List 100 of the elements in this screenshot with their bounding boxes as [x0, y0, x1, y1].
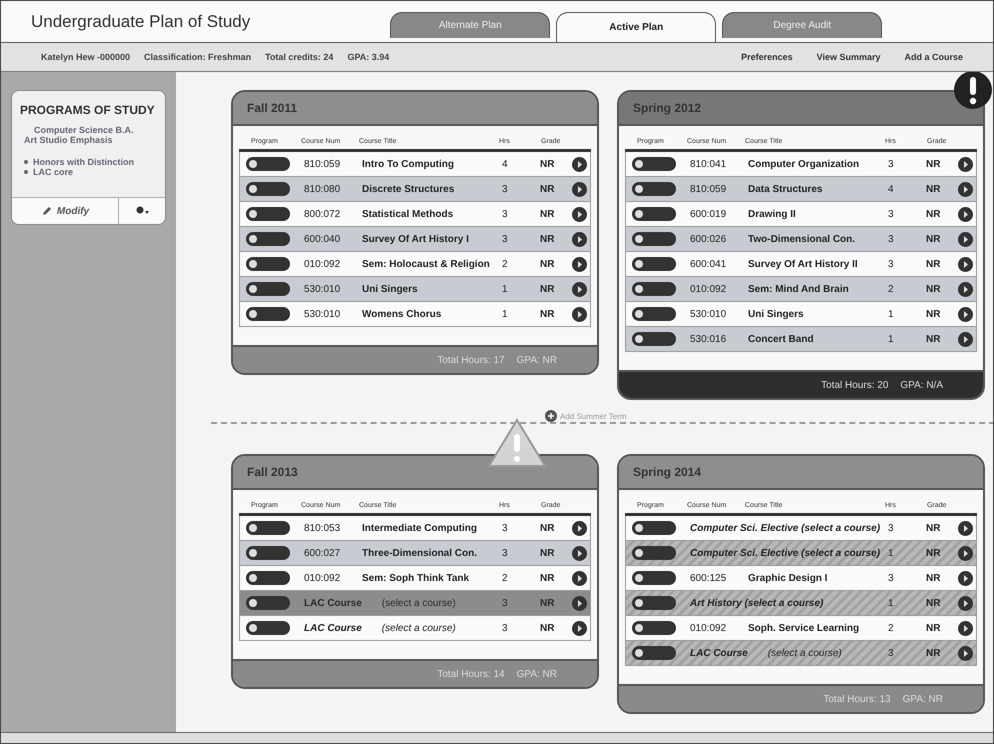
grade-cell-text: NR [926, 622, 942, 634]
course-row[interactable]: 600:125 Graphic Design I 3 NR [625, 566, 977, 591]
arrow-button-icon[interactable] [958, 156, 973, 172]
arrow-button-icon[interactable] [958, 182, 973, 196]
course-number: 530:016 [690, 334, 728, 344]
course-title: Sem: Holocaust & Religion [362, 258, 491, 270]
course-title: Computer Organization [748, 158, 860, 170]
course-number: 530:010 [304, 308, 342, 320]
course-row[interactable]: 530:016 Concert Band 1 NR [625, 327, 977, 352]
arrow-button-icon[interactable] [958, 546, 973, 560]
arrow-button-icon[interactable] [958, 520, 973, 536]
bullet-icon [24, 170, 28, 174]
arrow-button-icon[interactable] [572, 282, 587, 296]
course-row[interactable]: 810:059 Intro To Computing 4 NR [239, 152, 591, 177]
grade-cell-text: NR [540, 572, 556, 584]
course-row[interactable]: LAC Course (select a course) 3 NR [239, 616, 591, 641]
arrow-button-icon[interactable] [958, 646, 973, 660]
course-row[interactable]: 810:080 Discrete Structures 3 NR [239, 177, 591, 202]
arrow-button-icon[interactable] [958, 232, 973, 246]
course-title: Sem: Mind And Brain [748, 284, 850, 294]
course-row[interactable]: LAC Course (select a course) 3 NR [625, 641, 977, 666]
course-row[interactable]: 010:092 Sem: Soph Think Tank 2 NR [239, 566, 591, 591]
header-link[interactable]: Preferences [741, 52, 793, 62]
arrow-button-icon[interactable] [958, 596, 973, 610]
course-title: Womens Chorus [362, 308, 442, 320]
program-pill-icon [632, 596, 676, 610]
program-pill-icon [632, 646, 676, 660]
course-note: (select a course) [382, 598, 456, 608]
emphasis: Art Studio Emphasis [23, 135, 114, 145]
course-title: Intro To Computing [362, 158, 456, 170]
course-title: Graphic Design I [748, 572, 828, 584]
settings-button[interactable] [119, 198, 165, 224]
arrow-button-icon[interactable] [572, 546, 587, 560]
course-title: Statistical Methods [362, 208, 454, 220]
arrow-button-icon[interactable] [572, 570, 587, 586]
arrow-button-icon[interactable] [958, 620, 973, 636]
arrow-button-icon[interactable] [572, 256, 587, 272]
course-row[interactable]: LAC Course (select a course) 3 NR [239, 591, 591, 616]
course-row[interactable]: 810:053 Intermediate Computing 3 NR [239, 516, 591, 541]
course-number: 530:010 [304, 284, 342, 294]
course-title: Intermediate Computing [362, 522, 478, 534]
arrow-button-icon[interactable] [958, 332, 973, 346]
course-row[interactable]: Computer Sci. Elective (select a course) 1 NR [625, 541, 977, 566]
arrow-button-icon[interactable] [958, 256, 973, 272]
course-row[interactable]: 600:026 Two-Dimensional Con. 3 NR [625, 227, 977, 252]
arrow-button-icon[interactable] [572, 156, 587, 172]
arrow-button-icon[interactable] [572, 596, 587, 610]
settings-icon [134, 204, 150, 216]
arrow-button-icon[interactable] [958, 282, 973, 296]
program-pill-icon [246, 621, 290, 635]
header-link[interactable]: Add a Course [904, 52, 963, 62]
arrow-button-icon[interactable] [572, 232, 587, 246]
course-row[interactable]: 530:010 Uni Singers 1 NR [625, 302, 977, 327]
grade-cell-text: NR [926, 598, 942, 608]
course-row[interactable]: 810:041 Computer Organization 3 NR [625, 152, 977, 177]
course-row[interactable]: 010:092 Sem: Mind And Brain 2 NR [625, 277, 977, 302]
program-pill-icon [632, 157, 676, 171]
course-row[interactable]: 010:092 Sem: Holocaust & Religion 2 NR [239, 252, 591, 277]
hours-cell-text: 3 [888, 208, 895, 220]
bullet-icon [24, 160, 28, 164]
course-row[interactable]: 600:041 Survey Of Art History II 3 NR [625, 252, 977, 277]
course-row[interactable]: 600:040 Survey Of Art History I 3 NR [239, 227, 591, 252]
course-row[interactable]: 800:072 Statistical Methods 3 NR [239, 202, 591, 227]
program-pill-icon [246, 596, 290, 610]
program-pill-icon [246, 282, 290, 296]
course-title: Three-Dimensional Con. [362, 548, 478, 558]
tab[interactable]: Active Plan [556, 12, 716, 42]
course-number: 600:019 [690, 208, 728, 220]
hours-cell-text: 3 [502, 522, 509, 534]
course-title: Uni Singers [362, 284, 419, 294]
course-row[interactable]: 530:010 Uni Singers 1 NR [239, 277, 591, 302]
program-pill-icon [632, 546, 676, 560]
hours-cell-text: 2 [502, 258, 509, 270]
course-row[interactable]: 600:019 Drawing II 3 NR [625, 202, 977, 227]
course-row[interactable]: 810:059 Data Structures 4 NR [625, 177, 977, 202]
grade-cell-text: NR [540, 522, 556, 534]
arrow-button-icon[interactable] [572, 620, 587, 636]
course-row[interactable]: Computer Sci. Elective (select a course) 3 NR [625, 516, 977, 541]
arrow-button-icon[interactable] [572, 520, 587, 536]
program-pill-icon [632, 182, 676, 196]
arrow-button-icon[interactable] [958, 306, 973, 322]
arrow-button-icon[interactable] [572, 206, 587, 222]
course-row[interactable]: 600:027 Three-Dimensional Con. 3 NR [239, 541, 591, 566]
modify-button[interactable]: Modify [12, 198, 119, 224]
course-row[interactable]: 530:010 Womens Chorus 1 NR [239, 302, 591, 327]
course-row[interactable]: 010:092 Soph. Service Learning 2 NR [625, 616, 977, 641]
arrow-button-icon[interactable] [572, 182, 587, 196]
programs-title: PROGRAMS OF STUDY [19, 102, 156, 119]
hours-cell-text: 3 [888, 158, 895, 170]
arrow-button-icon[interactable] [958, 570, 973, 586]
major: Computer Science B.A. [33, 125, 135, 135]
program-pill-icon [246, 571, 290, 585]
header-link[interactable]: View Summary [816, 52, 880, 62]
arrow-button-icon[interactable] [572, 306, 587, 322]
course-number: 600:026 [690, 234, 728, 244]
total-hours: Total Hours: 14 [437, 668, 505, 680]
arrow-button-icon[interactable] [958, 206, 973, 222]
grade-cell-text: NR [540, 234, 556, 244]
program-pill-icon [246, 207, 290, 221]
course-row[interactable]: Art History (select a course) 1 NR [625, 591, 977, 616]
